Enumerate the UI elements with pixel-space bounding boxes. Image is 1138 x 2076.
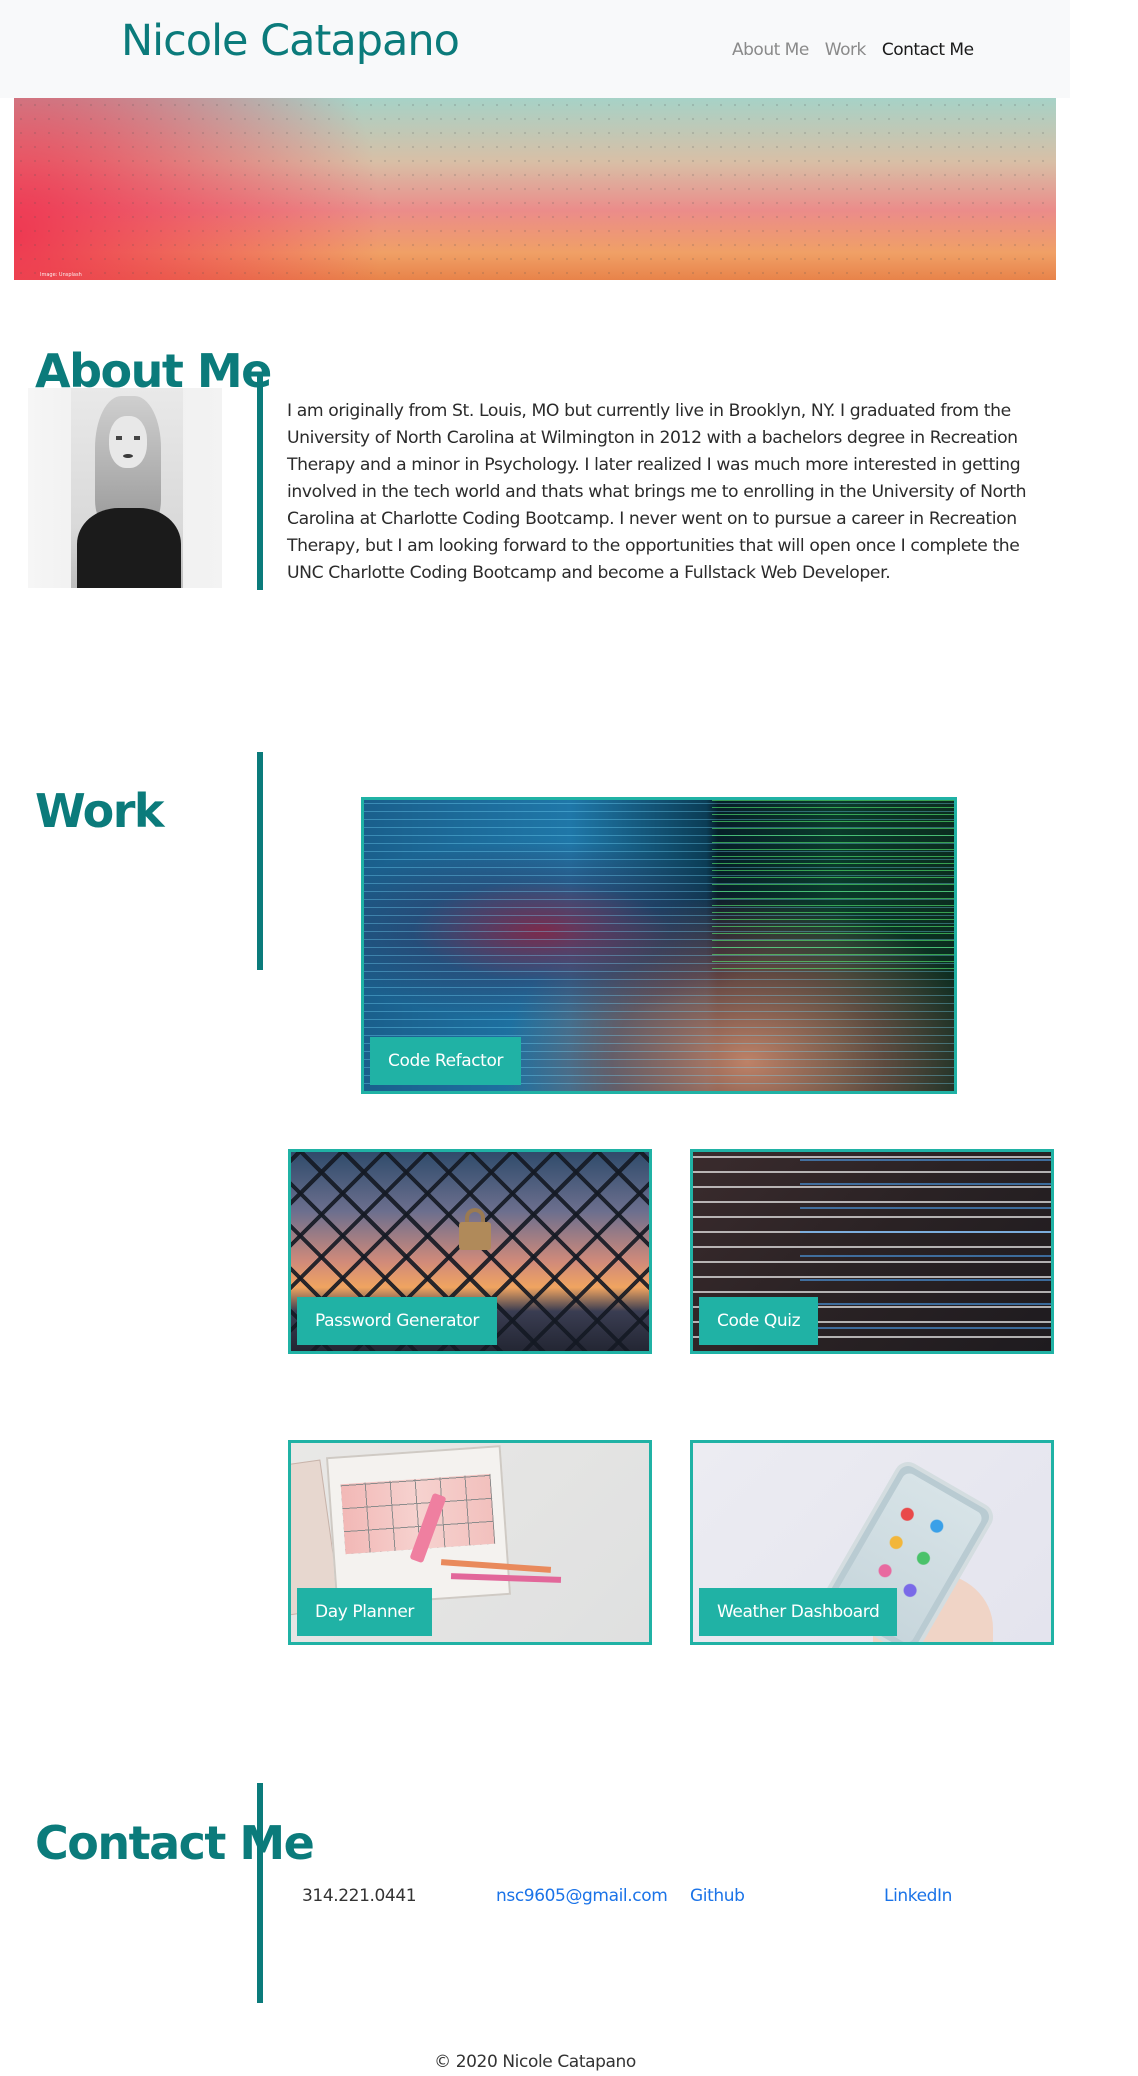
hero-caption: Image: Unsplash [40,272,82,278]
project-image-code-highlight [800,1152,1051,1351]
photo-clothing [77,508,181,588]
contact-linkedin-link[interactable]: LinkedIn [884,1886,952,1906]
footer-copyright: © 2020 Nicole Catapano [434,2052,636,2072]
contact-divider [257,1783,263,2003]
hero-dot-pattern [14,98,1056,280]
project-card-password-generator[interactable]: Password Generator [288,1149,652,1354]
project-label[interactable]: Day Planner [297,1588,432,1636]
nav-link-work[interactable]: Work [825,40,867,60]
project-label[interactable]: Code Refactor [370,1037,522,1085]
contact-title: Contact Me [35,1816,315,1870]
work-divider [257,752,263,970]
project-card-code-refactor[interactable]: Code Refactor [361,797,957,1094]
nav-link-contact[interactable]: Contact Me [882,40,974,60]
brand-logo[interactable]: Nicole Catapano [121,16,460,66]
profile-photo-frame [71,388,183,588]
nav-links: About Me Work Contact Me [732,40,990,60]
profile-photo [28,388,222,588]
work-title: Work [35,784,164,838]
project-label[interactable]: Password Generator [297,1297,497,1345]
project-card-day-planner[interactable]: Day Planner [288,1440,652,1645]
project-card-weather-dashboard[interactable]: Weather Dashboard [690,1440,1054,1645]
about-text: I am originally from St. Louis, MO but c… [287,401,1027,583]
contact-github-link[interactable]: Github [690,1886,745,1906]
navbar: Nicole Catapano About Me Work Contact Me [0,0,1070,98]
about-divider [257,372,263,590]
project-card-code-quiz[interactable]: Code Quiz [690,1149,1054,1354]
photo-face [109,416,147,468]
photo-lips [123,454,133,458]
project-label[interactable]: Code Quiz [699,1297,819,1345]
contact-phone: 314.221.0441 [302,1886,417,1906]
padlock [459,1222,491,1250]
project-label[interactable]: Weather Dashboard [699,1588,898,1636]
contact-email-link[interactable]: nsc9605@gmail.com [496,1886,668,1906]
project-image-code-overlay [712,800,954,975]
nav-link-about[interactable]: About Me [732,40,809,60]
photo-eyes [116,436,140,440]
hero-banner: Image: Unsplash [14,98,1056,280]
